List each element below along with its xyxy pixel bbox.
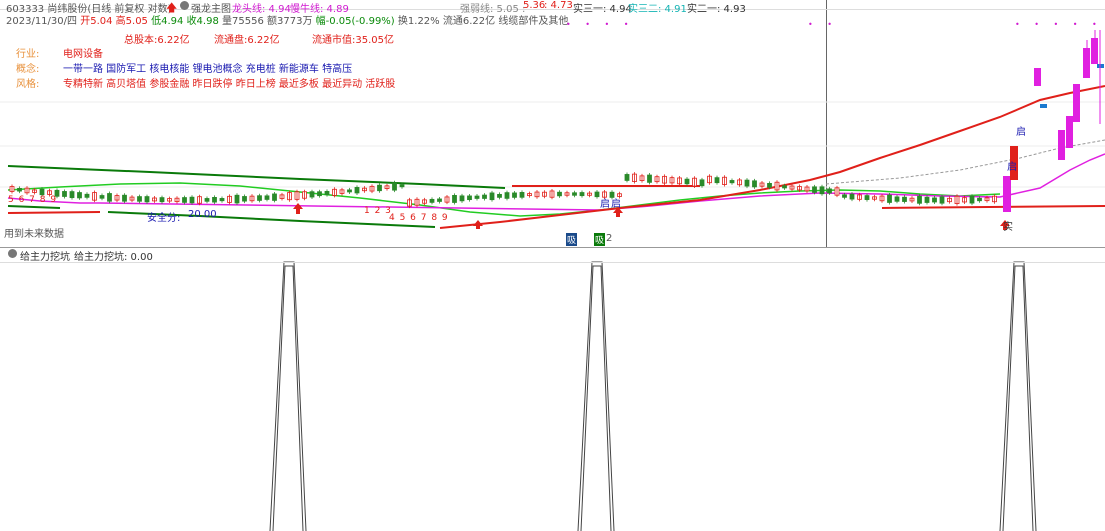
candle [1003,176,1011,212]
qi-marker: 启 [1016,127,1026,138]
signal-dots: • • • • [566,20,635,29]
shi-a-value: 实三一: 4.94 [573,4,632,15]
quote-change: 幅-0.05(-0.99%) [315,16,395,27]
signal-dots: • • [808,20,838,29]
seq-count-mid1: 1 2 3 [364,206,392,216]
quote-close: 收4.98 [186,16,219,27]
quote-float: 流通6.22亿 [442,16,496,27]
support-line-left [7,211,101,214]
xi-box-marker: 吸 [566,233,578,246]
signal-dots: • • • • • • [1015,20,1105,29]
candle [1066,116,1073,148]
quote-row: 2023/11/30/四 开5.04 高5.05 低4.94 收4.98 量75… [6,12,568,27]
qi-marker: 启 [1007,162,1017,173]
value-473: : 4.73 [544,0,573,11]
shi-c-value: 实二一: 4.93 [687,4,746,15]
candle [1040,104,1047,108]
shi-b-value: 实三二: 4.91 [628,4,687,15]
safe-score-label: 安全分: [147,213,181,224]
float-value: 流通市值:35.05亿 [312,35,394,46]
style-label: 风格: [16,79,40,90]
concept-value: 一带一路 国防军工 核电核能 锂电池概念 充电桩 新能源车 特高压 [63,64,353,75]
seq-count-mid2: 4 5 6 7 8 9 [389,213,449,223]
xi-box-marker: 吸 [594,233,606,246]
seq-count-left: 5 6 7 8 9 [8,195,58,205]
channel-upper-line-left [7,205,61,209]
concept-label: 概念: [16,64,40,75]
box-number: 2 [606,233,613,244]
style-value: 专精特新 高贝塔值 参股金融 昨日跌停 昨日上榜 最近多板 最近异动 活跃股 [63,79,396,90]
safe-score-value: 20.00 [188,209,217,220]
value-536: 5.36 [523,0,546,11]
quote-open: 开5.04 [80,16,113,27]
future-data-notice: 用到未来数据 [4,229,64,240]
float-shares: 流通盘:6.22亿 [214,35,280,46]
qi-marker: 启 [611,199,621,210]
shi-marker: 实 [1003,222,1013,233]
quote-low: 低4.94 [151,16,184,27]
support-line-right [881,205,1105,209]
quote-extra: 线缆部件及其他 [498,16,569,27]
sub-indicator-gear-icon[interactable] [6,249,19,260]
quote-volume: 量75556 [222,16,264,27]
quote-high: 高5.05 [115,16,148,27]
sub-indicator-value: 给主力挖坑: 0.00 [74,252,153,263]
quote-date: 2023/11/30/四 [6,16,78,27]
candle [1034,68,1041,86]
sub-chart-peaks [269,261,1037,531]
industry-value: 电网设备 [63,49,103,60]
candle [1073,84,1080,122]
channel-upper-line [7,165,506,189]
gear-icon[interactable] [178,1,191,12]
industry-label: 行业: [16,49,40,60]
quote-amount: 额3773万 [267,16,313,27]
quote-turnover: 换1.22% [397,16,440,27]
qi-marker: 启 [600,199,610,210]
sub-indicator-title[interactable]: 给主力挖坑 [20,248,70,263]
total-shares: 总股本:6.22亿 [124,35,190,46]
